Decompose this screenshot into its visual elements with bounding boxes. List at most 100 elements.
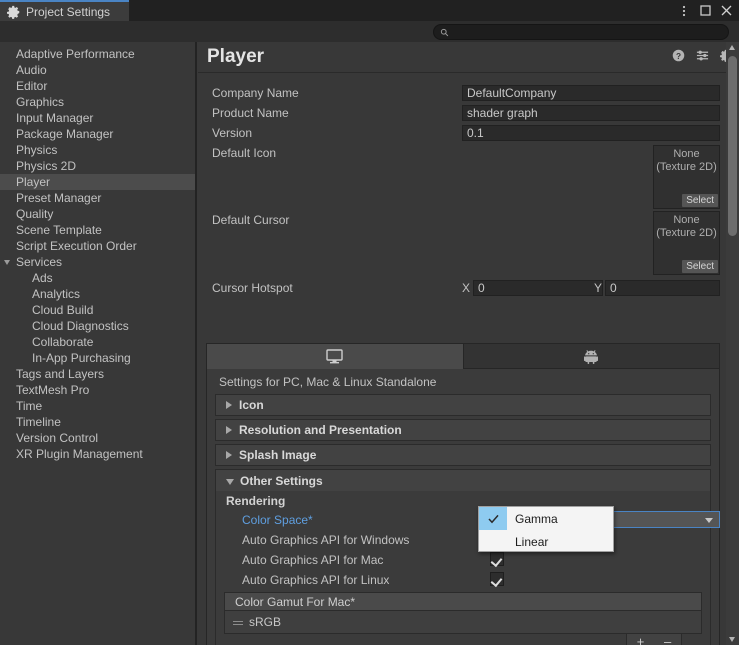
chevron-right-icon[interactable] — [226, 426, 232, 434]
sidebar-item-label: Services — [16, 255, 63, 269]
sidebar-item-cloud-diagnostics[interactable]: Cloud Diagnostics — [0, 318, 196, 334]
sidebar-item-graphics[interactable]: Graphics — [0, 94, 196, 110]
chevron-down-icon[interactable] — [4, 260, 10, 265]
kebab-menu-icon[interactable] — [675, 1, 693, 20]
scroll-thumb[interactable] — [728, 56, 737, 236]
tab-standalone[interactable] — [207, 344, 464, 369]
sidebar-item-quality[interactable]: Quality — [0, 206, 196, 222]
list-item-label: sRGB — [249, 615, 282, 629]
remove-button[interactable]: – — [664, 635, 671, 645]
auto-graphics-checkbox[interactable] — [490, 572, 504, 586]
sidebar-item-label: Script Execution Order — [16, 239, 137, 253]
close-icon[interactable] — [717, 1, 735, 20]
sidebar-item-label: TextMesh Pro — [16, 383, 90, 397]
sidebar-item-script-execution-order[interactable]: Script Execution Order — [0, 238, 196, 254]
color-space-dropdown-popup[interactable]: Gamma Linear — [478, 506, 614, 552]
hotspot-x-input[interactable] — [473, 280, 603, 296]
sidebar-item-scene-template[interactable]: Scene Template — [0, 222, 196, 238]
field-input[interactable] — [462, 125, 720, 141]
sidebar-item-label: Editor — [16, 79, 48, 93]
sidebar-item-label: Tags and Layers — [16, 367, 105, 381]
sidebar-item-xr-plugin-management[interactable]: XR Plugin Management — [0, 446, 196, 462]
object-none-line1: None — [673, 148, 700, 160]
sidebar-item-services[interactable]: Services — [0, 254, 196, 270]
list-item[interactable]: sRGB — [224, 611, 702, 634]
color-space-label: Color Space* — [242, 513, 313, 527]
chevron-down-icon[interactable] — [226, 478, 234, 485]
help-icon[interactable]: ? — [672, 49, 685, 62]
field-input[interactable] — [462, 105, 720, 121]
tab-project-settings[interactable]: Project Settings — [0, 0, 129, 21]
tab-android[interactable] — [463, 344, 719, 368]
object-none-text: None (Texture 2D) — [654, 212, 719, 240]
sidebar-item-editor[interactable]: Editor — [0, 78, 196, 94]
sidebar-item-textmesh-pro[interactable]: TextMesh Pro — [0, 382, 196, 398]
sidebar-item-player[interactable]: Player — [0, 174, 196, 190]
default-icon-label: Default Icon — [212, 146, 277, 160]
scroll-up-arrow-icon[interactable] — [729, 45, 735, 50]
cursor-hotspot-row: Cursor Hotspot X Y — [198, 277, 728, 299]
sidebar-item-time[interactable]: Time — [0, 398, 196, 414]
field-row: Version — [198, 123, 728, 143]
foldout-resolution-and-presentation[interactable]: Resolution and Presentation — [215, 419, 711, 441]
chevron-down-icon — [705, 518, 713, 523]
search-input[interactable] — [449, 26, 728, 38]
search-toolbar — [0, 21, 739, 42]
sidebar-item-physics[interactable]: Physics — [0, 142, 196, 158]
sidebar-list: Adaptive Performance Audio Editor Graphics I… — [0, 42, 196, 462]
sidebar-item-input-manager[interactable]: Input Manager — [0, 110, 196, 126]
foldout-title: Splash Image — [239, 448, 317, 462]
cursor-hotspot-label: Cursor Hotspot — [212, 281, 293, 295]
auto-graphics-checkbox[interactable] — [490, 552, 504, 566]
preset-icon[interactable] — [696, 49, 709, 62]
sidebar-item-adaptive-performance[interactable]: Adaptive Performance — [0, 46, 196, 62]
default-icon-object-field[interactable]: None (Texture 2D) Select — [653, 145, 720, 209]
chevron-right-icon[interactable] — [226, 401, 232, 409]
sidebar-item-package-manager[interactable]: Package Manager — [0, 126, 196, 142]
sidebar-item-ads[interactable]: Ads — [0, 270, 196, 286]
drag-handle-icon[interactable] — [233, 619, 243, 626]
sidebar-item-preset-manager[interactable]: Preset Manager — [0, 190, 196, 206]
default-icon-row: Default Icon None (Texture 2D) Select — [198, 143, 728, 210]
sidebar-item-tags-and-layers[interactable]: Tags and Layers — [0, 366, 196, 382]
foldout-other-settings[interactable]: Other Settings — [215, 469, 711, 491]
platform-tabs — [207, 344, 719, 369]
sidebar-item-collaborate[interactable]: Collaborate — [0, 334, 196, 350]
dropdown-option-gamma[interactable]: Gamma — [479, 507, 613, 530]
platform-settings-box: Settings for PC, Mac & Linux Standalone … — [206, 343, 720, 645]
sidebar-item-label: Time — [16, 399, 43, 413]
sidebar-item-timeline[interactable]: Timeline — [0, 414, 196, 430]
player-settings-panel: Player ? Company Name DefaultCompany Pro… — [198, 42, 739, 645]
search-box[interactable] — [433, 24, 729, 40]
sidebar-item-analytics[interactable]: Analytics — [0, 286, 196, 302]
field-row: Product Name — [198, 103, 728, 123]
tab-label: Project Settings — [26, 4, 111, 19]
settings-sidebar[interactable]: Adaptive Performance Audio Editor Graphics I… — [0, 42, 197, 645]
sidebar-item-physics-2d[interactable]: Physics 2D — [0, 158, 196, 174]
maximize-icon[interactable] — [696, 1, 714, 20]
add-button[interactable]: + — [637, 635, 645, 645]
settings-content: Company Name Product Name Version Default … — [198, 74, 728, 645]
sidebar-item-label: Ads — [32, 271, 53, 285]
sidebar-item-audio[interactable]: Audio — [0, 62, 196, 78]
dropdown-option-linear[interactable]: Linear — [479, 530, 613, 553]
auto-graphics-label: Auto Graphics API for Mac — [242, 553, 384, 567]
field-input[interactable] — [462, 85, 720, 101]
vertical-scrollbar[interactable] — [726, 42, 739, 645]
sidebar-item-version-control[interactable]: Version Control — [0, 430, 196, 446]
hotspot-y-input[interactable] — [605, 280, 720, 296]
platform-settings-caption: Settings for PC, Mac & Linux Standalone — [219, 375, 437, 389]
auto-graphics-row: Auto Graphics API for Linux — [216, 570, 710, 590]
sidebar-item-label: Version Control — [16, 431, 99, 445]
foldout-icon[interactable]: Icon — [215, 394, 711, 416]
sidebar-divider — [195, 42, 196, 645]
scroll-down-arrow-icon[interactable] — [729, 637, 735, 642]
select-button[interactable]: Select — [682, 260, 718, 273]
select-button[interactable]: Select — [682, 194, 718, 207]
sidebar-item-label: Graphics — [16, 95, 65, 109]
chevron-right-icon[interactable] — [226, 451, 232, 459]
sidebar-item-cloud-build[interactable]: Cloud Build — [0, 302, 196, 318]
default-cursor-object-field[interactable]: None (Texture 2D) Select — [653, 211, 720, 275]
foldout-splash-image[interactable]: Splash Image — [215, 444, 711, 466]
sidebar-item-in-app-purchasing[interactable]: In-App Purchasing — [0, 350, 196, 366]
